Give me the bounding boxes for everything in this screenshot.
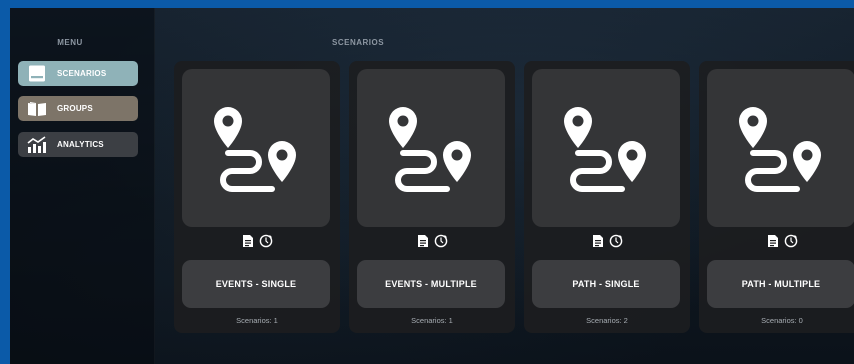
scenario-card-events-multiple[interactable]: EVENTS - MULTIPLE Scenarios: 1 (349, 61, 515, 333)
timer-icon[interactable] (783, 233, 799, 249)
card-name-button[interactable]: PATH - SINGLE (532, 260, 680, 308)
route-pins-icon (389, 107, 471, 192)
card-scenario-count: Scenarios: 1 (236, 316, 278, 325)
card-scenario-count: Scenarios: 1 (411, 316, 453, 325)
document-icon[interactable] (765, 233, 781, 249)
sidebar-item-groups[interactable]: GROUPS (18, 96, 138, 121)
sidebar-item-scenarios[interactable]: SCENARIOS (18, 61, 138, 86)
card-artwork (182, 69, 330, 227)
card-actions (349, 233, 515, 249)
sidebar-item-analytics[interactable]: ANALYTICS (18, 132, 138, 157)
app-window: MENU SCENARIOS GROUPS ANALYTICS SCENARIO… (10, 8, 854, 364)
timer-icon[interactable] (433, 233, 449, 249)
card-name-button[interactable]: PATH - MULTIPLE (707, 260, 854, 308)
document-icon[interactable] (590, 233, 606, 249)
card-artwork (532, 69, 680, 227)
analytics-chart-icon (27, 135, 47, 154)
page-title: SCENARIOS (332, 38, 385, 47)
card-scenario-count: Scenarios: 2 (586, 316, 628, 325)
book-icon (27, 65, 47, 83)
open-book-icon (27, 100, 47, 118)
card-actions (699, 233, 854, 249)
card-name-button[interactable]: EVENTS - SINGLE (182, 260, 330, 308)
sidebar-item-label: GROUPS (57, 104, 93, 113)
route-pins-icon (564, 107, 646, 192)
timer-icon[interactable] (258, 233, 274, 249)
document-icon[interactable] (415, 233, 431, 249)
card-actions (174, 233, 340, 249)
document-icon[interactable] (240, 233, 256, 249)
card-artwork (707, 69, 854, 227)
card-actions (524, 233, 690, 249)
scenario-card-events-single[interactable]: EVENTS - SINGLE Scenarios: 1 (174, 61, 340, 333)
timer-icon[interactable] (608, 233, 624, 249)
route-pins-icon (214, 107, 296, 192)
route-pins-icon (739, 107, 821, 192)
sidebar-item-label: ANALYTICS (57, 140, 104, 149)
sidebar-item-label: SCENARIOS (57, 69, 107, 78)
card-name-button[interactable]: EVENTS - MULTIPLE (357, 260, 505, 308)
card-artwork (357, 69, 505, 227)
scenario-card-path-single[interactable]: PATH - SINGLE Scenarios: 2 (524, 61, 690, 333)
card-scenario-count: Scenarios: 0 (761, 316, 803, 325)
scenario-card-path-multiple[interactable]: PATH - MULTIPLE Scenarios: 0 (699, 61, 854, 333)
sidebar: MENU SCENARIOS GROUPS ANALYTICS (10, 8, 155, 364)
sidebar-title: MENU (57, 38, 83, 47)
